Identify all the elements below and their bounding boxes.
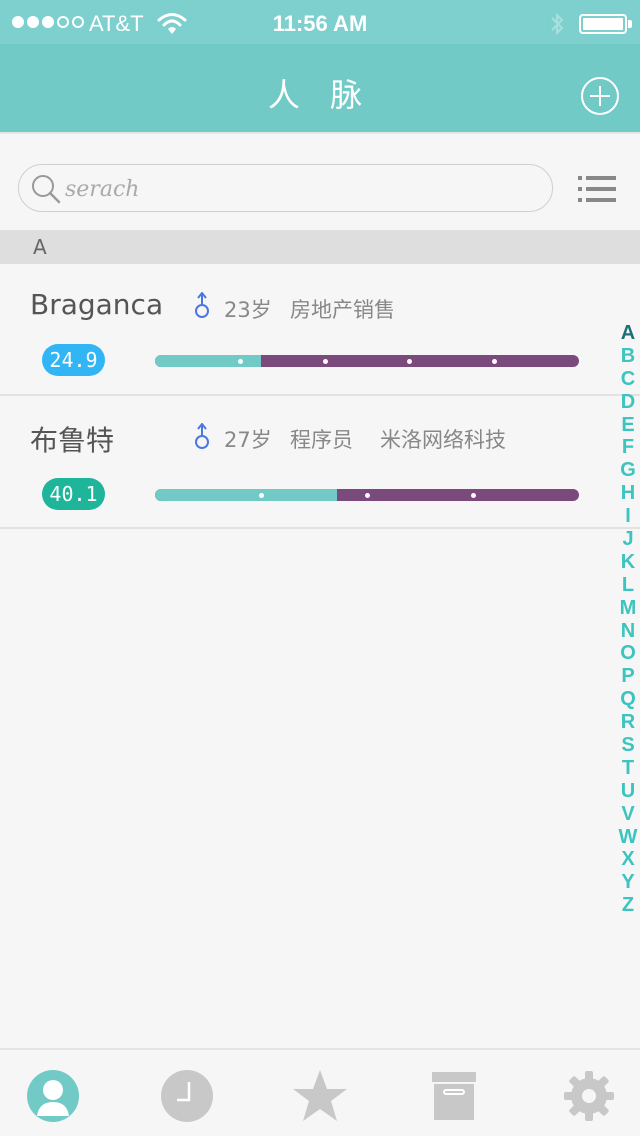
contact-name: 布鲁特 xyxy=(30,424,115,457)
list-view-icon[interactable] xyxy=(578,174,618,204)
progress-mark xyxy=(365,493,370,498)
index-letter-b[interactable]: B xyxy=(616,345,640,368)
battery-icon xyxy=(579,14,627,34)
index-letter-t[interactable]: T xyxy=(616,757,640,780)
male-icon xyxy=(195,423,209,449)
index-letter-p[interactable]: P xyxy=(616,665,640,688)
star-icon[interactable] xyxy=(292,1068,348,1124)
score-badge: 40.1 xyxy=(42,478,105,510)
gear-icon[interactable] xyxy=(561,1068,617,1124)
score-badge: 24.9 xyxy=(42,344,105,376)
progress-mark xyxy=(492,359,498,364)
status-bar: AT&T 11:56 AM xyxy=(0,0,640,44)
index-letter-i[interactable]: I xyxy=(616,505,640,528)
male-icon xyxy=(195,292,209,318)
search-row xyxy=(0,132,640,230)
index-letter-m[interactable]: M xyxy=(616,597,640,620)
index-letter-u[interactable]: U xyxy=(616,780,640,803)
index-letter-s[interactable]: S xyxy=(616,734,640,757)
index-letter-w[interactable]: W xyxy=(616,826,640,849)
contact-job: 房地产销售 xyxy=(290,298,395,322)
index-letter-r[interactable]: R xyxy=(616,711,640,734)
archive-box-icon[interactable] xyxy=(426,1068,482,1124)
index-letter-z[interactable]: Z xyxy=(616,894,640,917)
index-letter-a[interactable]: A xyxy=(616,322,640,345)
index-letter-o[interactable]: O xyxy=(616,642,640,665)
alphabet-index[interactable]: ABCDEFGHIJKLMNOPQRSTUVWXYZ xyxy=(616,322,640,917)
contact-row[interactable]: 布鲁特 27岁 程序员 米洛网络科技 40.1 xyxy=(0,397,640,529)
index-letter-e[interactable]: E xyxy=(616,414,640,437)
contact-company: 米洛网络科技 xyxy=(380,428,506,452)
index-letter-k[interactable]: K xyxy=(616,551,640,574)
progress-mark xyxy=(407,359,413,364)
progress-mark xyxy=(259,493,264,498)
index-letter-x[interactable]: X xyxy=(616,848,640,871)
progress-fill xyxy=(155,489,338,501)
nav-header: AT&T 11:56 AM 人 脉 xyxy=(0,0,640,132)
contact-job: 程序员 xyxy=(290,428,353,452)
battery-tip xyxy=(628,20,632,28)
index-letter-g[interactable]: G xyxy=(616,459,640,482)
progress-fill xyxy=(155,355,261,367)
index-letter-n[interactable]: N xyxy=(616,620,640,643)
progress-mark xyxy=(471,493,476,498)
section-letter: A xyxy=(33,235,47,259)
index-letter-h[interactable]: H xyxy=(616,482,640,505)
relationship-progress-bar xyxy=(155,355,579,367)
index-letter-y[interactable]: Y xyxy=(616,871,640,894)
contacts-avatar-icon[interactable] xyxy=(25,1068,81,1124)
progress-mark xyxy=(322,359,328,364)
index-letter-f[interactable]: F xyxy=(616,436,640,459)
contact-age: 23岁 xyxy=(224,298,272,322)
page-title: 人 脉 xyxy=(267,76,373,114)
search-icon xyxy=(32,175,61,204)
index-letter-j[interactable]: J xyxy=(616,528,640,551)
section-header: A xyxy=(0,230,640,264)
search-box[interactable] xyxy=(18,164,553,212)
search-input[interactable] xyxy=(65,171,535,207)
index-letter-q[interactable]: Q xyxy=(616,688,640,711)
clock-icon[interactable] xyxy=(159,1068,215,1124)
index-letter-c[interactable]: C xyxy=(616,368,640,391)
status-time: 11:56 AM xyxy=(272,11,368,36)
contact-name: Braganca xyxy=(30,288,164,321)
contact-row[interactable]: Braganca 23岁 房地产销售 24.9 xyxy=(0,264,640,396)
plus-circle-icon[interactable] xyxy=(580,76,620,116)
index-letter-l[interactable]: L xyxy=(616,574,640,597)
progress-mark xyxy=(237,359,243,364)
bluetooth-icon xyxy=(551,12,564,36)
index-letter-v[interactable]: V xyxy=(616,803,640,826)
index-letter-d[interactable]: D xyxy=(616,391,640,414)
relationship-progress-bar xyxy=(155,489,579,501)
tab-bar xyxy=(0,1048,640,1136)
contact-age: 27岁 xyxy=(224,428,272,452)
